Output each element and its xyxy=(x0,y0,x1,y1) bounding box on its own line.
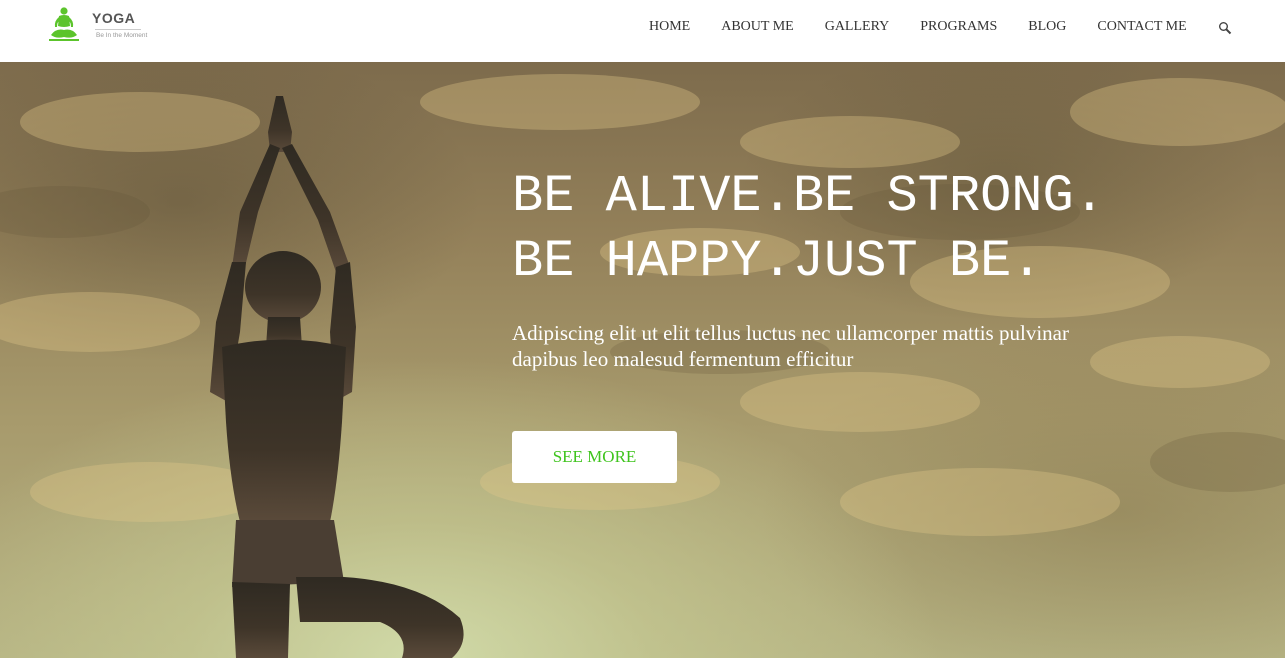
logo-divider xyxy=(95,29,141,30)
nav-item-home[interactable]: HOME xyxy=(649,18,690,36)
hero-subtitle: Adipiscing elit ut elit tellus luctus ne… xyxy=(512,321,1069,371)
nav-item-gallery[interactable]: GALLERY xyxy=(825,18,890,36)
nav-item-blog[interactable]: BLOG xyxy=(1028,18,1066,36)
see-more-button[interactable]: SEE MORE xyxy=(512,431,677,483)
site-header: YOGA Be In the Moment HOME ABOUT ME GALL… xyxy=(0,0,1285,62)
nav-item-programs[interactable]: PROGRAMS xyxy=(920,18,997,36)
page: YOGA Be In the Moment HOME ABOUT ME GALL… xyxy=(0,0,1285,658)
site-logo[interactable]: YOGA Be In the Moment xyxy=(48,6,158,46)
hero-title: BE ALIVE.BE STRONG. BE HAPPY.JUST BE. xyxy=(512,164,1105,294)
nav-item-about-me[interactable]: ABOUT ME xyxy=(721,18,793,36)
hero-title-line-1: BE ALIVE.BE STRONG. xyxy=(512,167,1105,226)
meditation-figure-icon xyxy=(49,7,79,41)
hero-title-line-2: BE HAPPY.JUST BE. xyxy=(512,232,1043,291)
main-nav: HOME ABOUT ME GALLERY PROGRAMS BLOG CONT… xyxy=(649,18,1232,36)
search-icon[interactable] xyxy=(1218,21,1232,35)
logo-name: YOGA xyxy=(92,10,136,26)
hero-banner: BE ALIVE.BE STRONG. BE HAPPY.JUST BE. Ad… xyxy=(0,62,1285,658)
nav-item-contact-me[interactable]: CONTACT ME xyxy=(1097,18,1186,36)
logo-tagline: Be In the Moment xyxy=(96,32,148,39)
